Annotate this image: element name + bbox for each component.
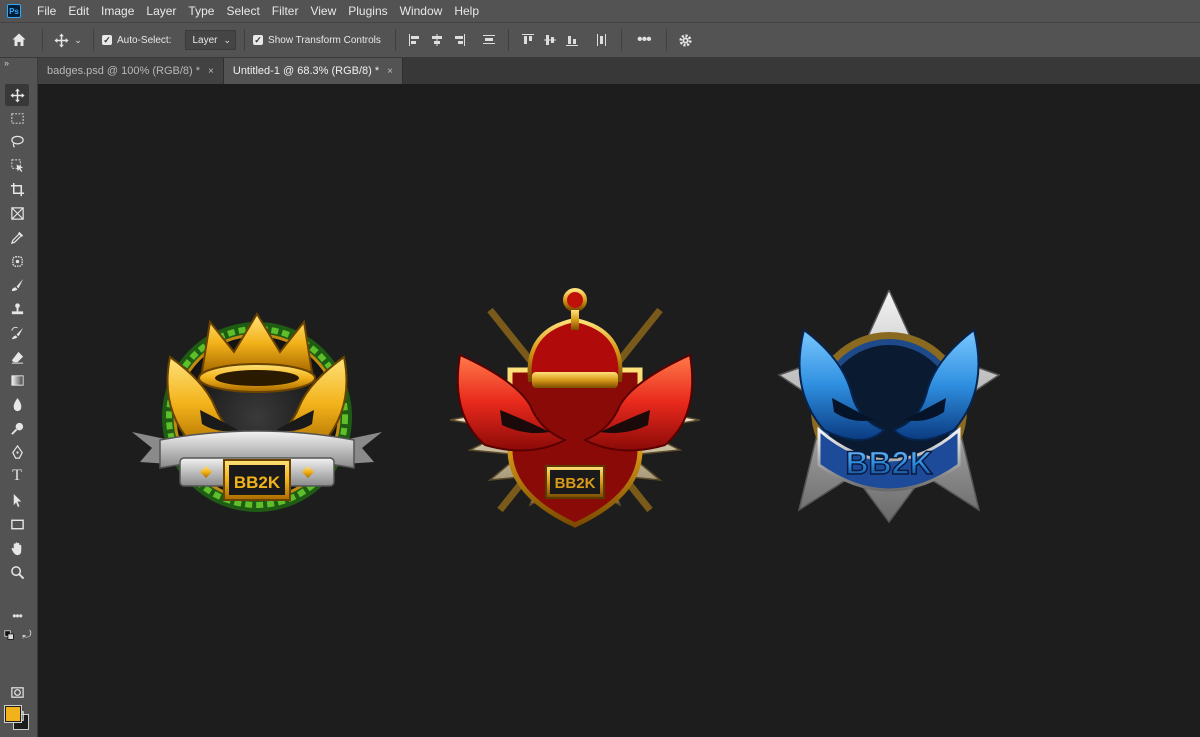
eyedropper-tool-icon[interactable] (5, 226, 29, 248)
document-tabs: badges.psd @ 100% (RGB/8) * × Untitled-1… (38, 58, 1200, 84)
foreground-color-swatch[interactable] (4, 705, 22, 723)
gold-badge-label: BB2K (234, 473, 281, 492)
separator (244, 29, 246, 51)
dodge-tool-icon[interactable] (5, 417, 29, 439)
blur-tool-icon[interactable] (5, 393, 29, 415)
brush-tool-icon[interactable] (5, 274, 29, 296)
menu-edit[interactable]: Edit (62, 0, 95, 22)
align-center-horizontal-icon[interactable] (426, 29, 448, 51)
frame-tool-icon[interactable] (5, 202, 29, 224)
distribute-icon[interactable] (478, 29, 500, 51)
menu-layer[interactable]: Layer (140, 0, 182, 22)
separator (42, 29, 43, 51)
options-bar: ⌄ ✓ Auto-Select: Layer ⌄ ✓ Show Transfor… (0, 22, 1200, 58)
crop-tool-icon[interactable] (5, 178, 29, 200)
menu-file[interactable]: File (31, 0, 62, 22)
blue-badge-label: BB2K (845, 445, 932, 481)
align-middle-vertical-icon[interactable] (539, 29, 561, 51)
chevron-down-icon: ⌄ (223, 34, 232, 45)
red-badge-label: BB2K (555, 475, 596, 492)
close-icon[interactable]: × (208, 66, 214, 77)
auto-select-checkbox[interactable]: ✓ (102, 35, 112, 45)
eraser-tool-icon[interactable] (5, 346, 29, 368)
chevron-down-icon[interactable]: ⌄ (71, 35, 85, 46)
lasso-tool-icon[interactable] (5, 130, 29, 152)
path-selection-tool-icon[interactable] (5, 489, 29, 511)
gold-badge: BB2K (132, 312, 382, 512)
tools-panel: » T ••• ⤾ (0, 58, 38, 737)
marquee-tool-icon[interactable] (5, 107, 29, 129)
more-tools-icon[interactable]: ••• (5, 605, 29, 627)
object-selection-tool-icon[interactable] (5, 154, 29, 176)
type-tool-icon[interactable]: T (5, 465, 29, 487)
zoom-tool-icon[interactable] (5, 561, 29, 583)
collapse-panel-icon[interactable]: » (0, 58, 37, 70)
clone-stamp-tool-icon[interactable] (5, 298, 29, 320)
blue-badge: BB2K (777, 290, 1001, 524)
photoshop-logo: Ps (7, 4, 21, 18)
menu-image[interactable]: Image (95, 0, 140, 22)
quick-mask-icon[interactable] (5, 681, 29, 703)
pen-tool-icon[interactable] (5, 441, 29, 463)
menu-select[interactable]: Select (220, 0, 265, 22)
show-transform-checkbox[interactable]: ✓ (253, 35, 264, 45)
show-transform-label: Show Transform Controls (268, 34, 381, 46)
menu-bar: Ps File Edit Image Layer Type Select Fil… (0, 0, 1200, 22)
distribute-vertical-icon[interactable] (591, 29, 613, 51)
gradient-tool-icon[interactable] (5, 369, 29, 391)
separator (665, 29, 667, 51)
separator (93, 29, 94, 51)
menu-help[interactable]: Help (448, 0, 485, 22)
menu-window[interactable]: Window (394, 0, 449, 22)
history-brush-tool-icon[interactable] (5, 322, 29, 344)
default-colors-icon[interactable] (2, 628, 16, 642)
close-icon[interactable]: × (387, 66, 393, 77)
home-icon[interactable] (0, 32, 38, 48)
separator (620, 29, 622, 51)
menu-view[interactable]: View (304, 0, 342, 22)
tab-title: badges.psd @ 100% (RGB/8) * (47, 65, 201, 77)
gear-icon[interactable] (675, 33, 697, 48)
rectangle-tool-icon[interactable] (5, 513, 29, 535)
align-right-icon[interactable] (448, 29, 470, 51)
menu-filter[interactable]: Filter (266, 0, 305, 22)
document-canvas[interactable]: BB2K BB2K BB2K (38, 84, 1200, 737)
spot-healing-tool-icon[interactable] (5, 250, 29, 272)
move-icon[interactable] (51, 32, 71, 48)
red-badge: BB2K (449, 288, 701, 528)
auto-select-target-dropdown[interactable]: Layer ⌄ (185, 30, 237, 50)
auto-select-label: Auto-Select: (117, 34, 172, 46)
align-left-icon[interactable] (404, 29, 426, 51)
tab-untitled-1[interactable]: Untitled-1 @ 68.3% (RGB/8) * × (223, 58, 403, 84)
tab-badges-psd[interactable]: badges.psd @ 100% (RGB/8) * × (38, 58, 224, 84)
separator (507, 29, 509, 51)
align-top-icon[interactable] (517, 29, 539, 51)
menu-plugins[interactable]: Plugins (342, 0, 393, 22)
tab-title: Untitled-1 @ 68.3% (RGB/8) * (232, 65, 380, 77)
hand-tool-icon[interactable] (5, 537, 29, 559)
separator (394, 29, 396, 51)
align-bottom-icon[interactable] (561, 29, 583, 51)
menu-type[interactable]: Type (182, 0, 220, 22)
ellipsis-icon[interactable]: ••• (630, 31, 658, 49)
move-tool-icon[interactable] (5, 84, 29, 106)
auto-select-target-value: Layer (192, 34, 218, 46)
swap-colors-icon[interactable]: ⤾ (20, 628, 34, 642)
